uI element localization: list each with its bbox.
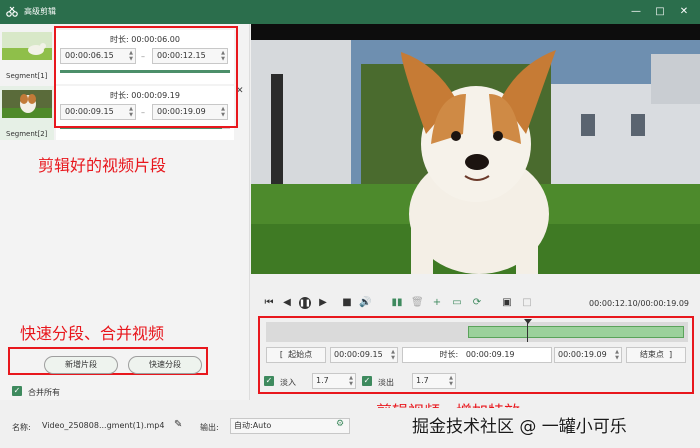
- spin-arrows-icon[interactable]: ▲ ▼: [615, 349, 619, 361]
- minimize-button[interactable]: —: [628, 4, 644, 20]
- segment-card-2[interactable]: Segment[2]: [0, 86, 54, 140]
- fade-out-label: 淡出: [378, 378, 394, 387]
- title-bar: 高级剪辑 — □ ✕: [0, 0, 700, 24]
- video-preview: [251, 24, 700, 274]
- output-label: 输出:: [200, 423, 219, 432]
- playhead-handle-icon[interactable]: [524, 319, 532, 324]
- spin-arrows-icon[interactable]: ▲ ▼: [349, 375, 353, 387]
- name-label: 名称:: [12, 423, 31, 432]
- timeline-track[interactable]: [266, 319, 688, 342]
- window-title: 高级剪辑: [24, 7, 56, 16]
- segment-card-1[interactable]: Segment[1]: [0, 28, 54, 82]
- set-start-button[interactable]: [ 起始点: [266, 347, 326, 363]
- reset-icon[interactable]: ⟳: [471, 297, 483, 309]
- stop-icon[interactable]: ■: [341, 297, 353, 309]
- annotation-clips: 剪辑好的视频片段: [38, 156, 167, 175]
- segment-label: Segment[1]: [6, 72, 48, 80]
- duration-display: 时长: 00:00:09.19: [402, 347, 552, 363]
- fade-in-field[interactable]: 1.7 ▲ ▼: [312, 373, 356, 389]
- playhead[interactable]: [527, 322, 528, 342]
- settings-gear-icon[interactable]: ⚙: [336, 419, 344, 429]
- close-button[interactable]: ✕: [676, 4, 692, 20]
- output-select[interactable]: 自动:Auto: [230, 418, 350, 434]
- spin-arrows-icon[interactable]: ▲ ▼: [449, 375, 453, 387]
- split-icon[interactable]: ▮▮: [391, 297, 403, 309]
- app-logo-icon: [6, 6, 18, 17]
- trim-row: [ 起始点 00:00:09.15 ▲ ▼ 时长: 00:00:09.19 00:0…: [262, 347, 690, 365]
- add-icon[interactable]: +: [431, 297, 443, 309]
- segment-label: Segment[2]: [6, 130, 48, 138]
- volume-icon[interactable]: 🔊: [359, 297, 371, 309]
- set-end-button[interactable]: 结束点 ]: [626, 347, 686, 363]
- timeline-selection[interactable]: [468, 326, 684, 338]
- annotation-box-segments: [54, 26, 238, 128]
- fit-icon[interactable]: □: [521, 297, 533, 309]
- fade-out-checkbox[interactable]: ✓: [362, 376, 372, 386]
- player-controls: ⏮ ◀ ❚❚ ▶ ■ 🔊 ▮▮ 🗑 + ▭ ⟳ ▣ □ 00:00:12.10/…: [251, 294, 700, 314]
- maximize-button[interactable]: □: [652, 4, 668, 20]
- name-field[interactable]: Video_250808...gment(1).mp4: [38, 418, 190, 434]
- annotation-split-merge: 快速分段、合并视频: [20, 324, 165, 343]
- skip-start-icon[interactable]: ⏮: [263, 297, 275, 309]
- time-display: 00:00:12.10/00:00:19.09: [589, 299, 689, 308]
- start-time-field[interactable]: 00:00:09.15 ▲ ▼: [330, 347, 398, 363]
- add-segment-button[interactable]: 新增片段: [44, 356, 118, 374]
- step-forward-icon[interactable]: ▶: [317, 297, 329, 309]
- fade-in-checkbox[interactable]: ✓: [264, 376, 274, 386]
- segment-thumbnail: [2, 32, 52, 60]
- fade-out-field[interactable]: 1.7 ▲ ▼: [412, 373, 456, 389]
- merge-all-label: 合并所有: [28, 388, 60, 397]
- segment-thumbnail: [2, 90, 52, 118]
- copy-icon[interactable]: ▭: [451, 297, 463, 309]
- watermark: 掘金技术社区 @ 一罐小可乐: [412, 417, 627, 437]
- fade-in-label: 淡入: [280, 378, 296, 387]
- step-back-icon[interactable]: ◀: [281, 297, 293, 309]
- quick-split-button[interactable]: 快速分段: [128, 356, 202, 374]
- end-time-field[interactable]: 00:00:19.09 ▲ ▼: [554, 347, 622, 363]
- delete-icon[interactable]: 🗑: [411, 297, 424, 309]
- pause-icon[interactable]: ❚❚: [299, 297, 311, 309]
- crop-icon[interactable]: ▣: [501, 297, 513, 309]
- merge-all-checkbox[interactable]: ✓: [12, 386, 22, 396]
- edit-pencil-icon[interactable]: ✎: [174, 419, 182, 430]
- spin-arrows-icon[interactable]: ▲ ▼: [391, 349, 395, 361]
